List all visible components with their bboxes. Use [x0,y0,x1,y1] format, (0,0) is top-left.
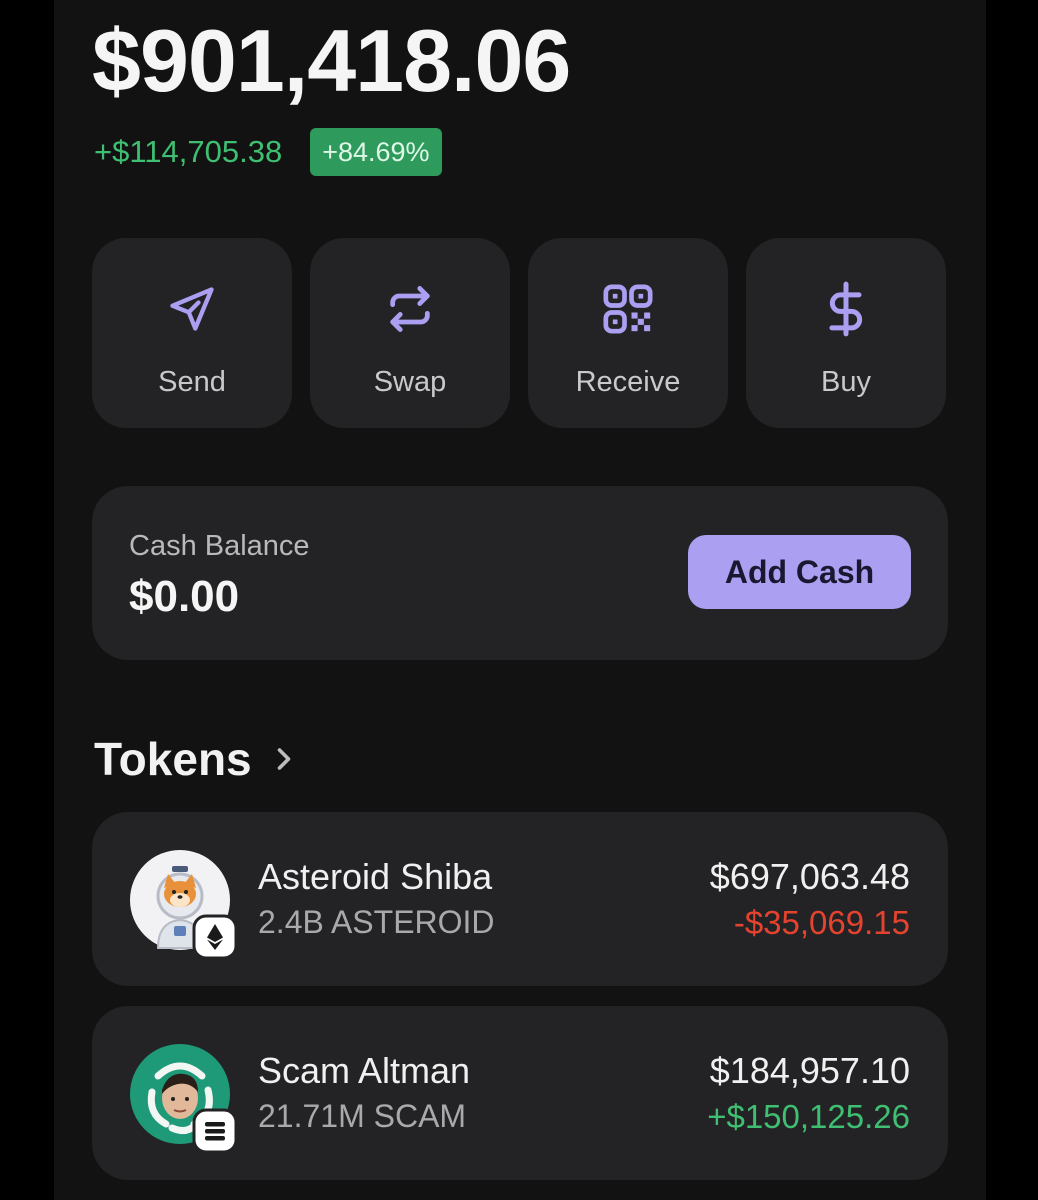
swap-label: Swap [373,366,447,398]
cash-balance-card: Cash Balance $0.00 Add Cash [92,486,948,660]
receive-button[interactable]: Receive [528,238,728,428]
token-value: $184,957.10 [709,1050,910,1091]
cash-balance-label: Cash Balance [129,530,310,562]
token-quantity: 2.4B ASTEROID [258,904,495,940]
add-cash-button[interactable]: Add Cash [688,535,911,609]
portfolio-total-value: $901,418.06 [92,11,571,110]
token-quantity: 21.71M SCAM [258,1098,467,1134]
quick-actions: Send Swap Receive Buy [92,238,946,428]
qr-code-icon [599,280,657,338]
portfolio-change-percent-badge: +84.69% [310,128,442,177]
cash-balance-value: $0.00 [129,572,240,621]
token-row[interactable]: Scam Altman 21.71M SCAM $184,957.10 +$15… [92,1006,948,1180]
receive-label: Receive [575,366,681,398]
tokens-title: Tokens [94,733,252,785]
buy-label: Buy [821,366,871,398]
swap-button[interactable]: Swap [310,238,510,428]
token-change: -$35,069.15 [733,904,910,941]
token-name: Asteroid Shiba [258,856,493,897]
portfolio-change-row: +$114,705.38 +84.69% [94,128,442,177]
token-name: Scam Altman [258,1050,471,1091]
buy-button[interactable]: Buy [746,238,946,428]
send-button[interactable]: Send [92,238,292,428]
ethereum-icon [192,914,238,960]
portfolio-change-amount: +$114,705.38 [94,134,283,170]
token-row[interactable]: Asteroid Shiba 2.4B ASTEROID $697,063.48… [92,812,948,986]
dollar-icon [817,280,875,338]
token-change: +$150,125.26 [707,1098,910,1135]
send-label: Send [158,366,226,398]
send-icon [163,280,221,338]
tokens-section-header[interactable]: Tokens [94,732,296,786]
token-value: $697,063.48 [709,856,910,897]
swap-icon [381,280,439,338]
solana-icon [192,1108,238,1154]
chevron-right-icon [277,748,290,770]
